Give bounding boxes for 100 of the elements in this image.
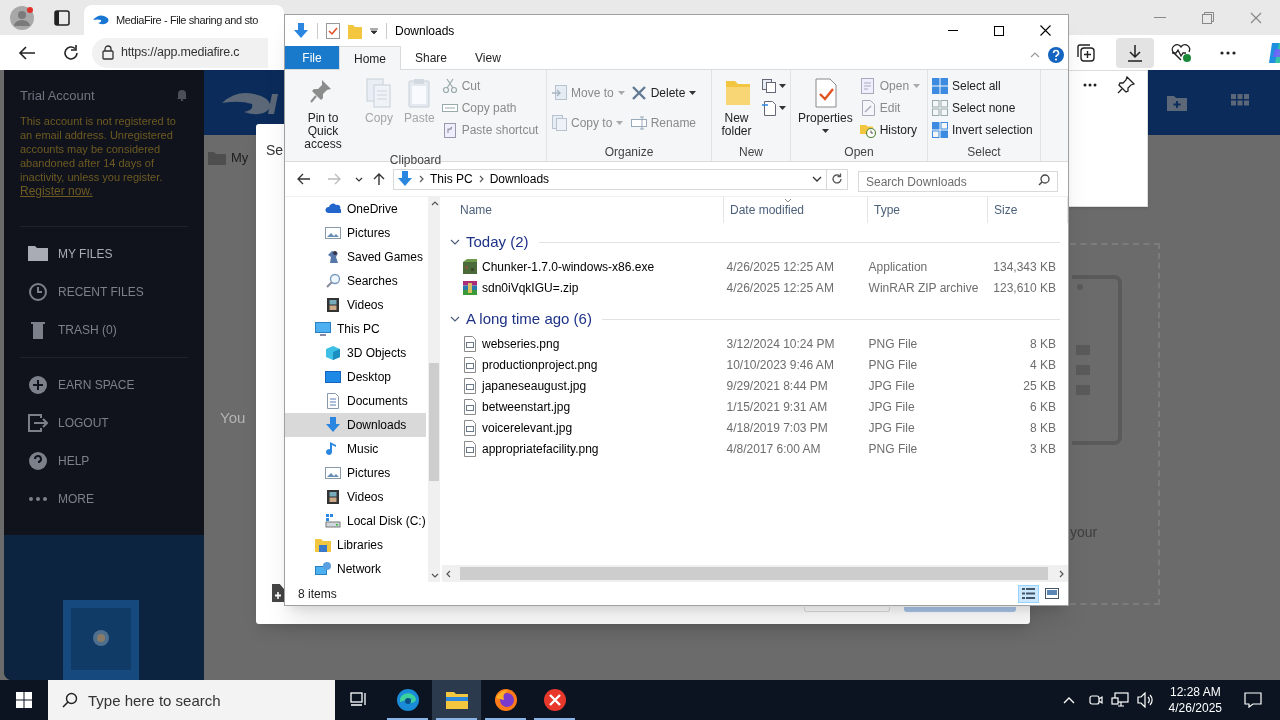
chevron-down-icon[interactable] — [450, 237, 460, 247]
nav-tree-item[interactable]: Documents — [285, 389, 426, 413]
recent-locations-icon[interactable] — [355, 176, 363, 182]
browser-tab[interactable]: MediaFire - File sharing and sto — [84, 5, 284, 35]
vertical-scrollbar[interactable] — [427, 197, 440, 582]
nav-tree-item[interactable]: Pictures — [285, 221, 426, 245]
scrollbar-thumb[interactable] — [428, 363, 439, 481]
volume-icon[interactable] — [1136, 692, 1155, 708]
sidebar-item[interactable]: MY FILES — [4, 234, 204, 273]
ribbon-button[interactable]: New folder — [716, 75, 757, 138]
nav-tree-item[interactable]: Videos — [285, 485, 426, 509]
file-row[interactable]: appropriatefacility.png 4/8/2017 6:00 AM PNG File 3 KB — [450, 438, 1060, 459]
tab-actions-icon[interactable] — [54, 9, 70, 26]
horizontal-scrollbar[interactable] — [442, 565, 1068, 582]
breadcrumb-text: My — [231, 149, 249, 167]
chevron-down-icon[interactable] — [450, 314, 460, 324]
nav-tree-item[interactable]: Videos — [285, 293, 426, 317]
properties-icon[interactable] — [326, 22, 340, 39]
file-row[interactable]: Chunker-1.7.0-windows-x86.exe 4/26/2025 12:25 AM Application 134,343 KB — [450, 256, 1060, 277]
windows-logo-icon — [16, 692, 32, 708]
scroll-left-icon[interactable] — [446, 570, 451, 578]
column-header[interactable]: Date modified — [724, 197, 868, 223]
file-row[interactable]: japaneseaugust.jpg 9/29/2021 8:44 PM JPG File 25 KB — [450, 375, 1060, 396]
nav-tree-item[interactable]: 3D Objects — [285, 341, 426, 365]
sidebar-item[interactable]: EARN SPACE — [4, 365, 204, 404]
file-row[interactable]: voicerelevant.jpg 4/18/2019 7:03 PM JPG File 8 KB — [450, 417, 1060, 438]
details-view-button[interactable] — [1018, 584, 1039, 603]
breadcrumb-item[interactable]: Downloads — [489, 170, 550, 188]
file-row[interactable]: webseries.png 3/12/2024 10:24 PM PNG File 8 KB — [450, 333, 1060, 354]
image-file-icon — [462, 398, 478, 415]
breadcrumb-item[interactable]: This PC — [430, 170, 473, 188]
clock-time[interactable]: 12:28 AM — [1169, 684, 1221, 700]
nav-tree-item[interactable]: Downloads — [285, 413, 426, 437]
ribbon-button[interactable]: Pin to Quick access — [289, 75, 357, 151]
scroll-up-icon[interactable] — [430, 201, 439, 206]
taskbar-app-button[interactable] — [432, 680, 481, 720]
collapse-ribbon-icon[interactable] — [1030, 52, 1040, 58]
file-row[interactable]: sdn0iVqkIGU=.zip 4/26/2025 12:25 AM WinRAR ZIP archive 123,610 KB — [450, 277, 1060, 298]
nav-tree-item[interactable]: OneDrive — [285, 197, 426, 221]
sidebar-item[interactable]: TRASH (0) — [4, 310, 204, 349]
address-bar[interactable]: https://app.mediafire.c — [92, 37, 268, 68]
nav-tree-item[interactable]: Network — [285, 557, 426, 581]
back-icon[interactable] — [297, 173, 311, 185]
profile-avatar[interactable] — [10, 5, 34, 30]
chevron-up-icon[interactable] — [1062, 696, 1075, 704]
network-icon[interactable] — [1110, 692, 1129, 708]
ribbon-button[interactable]: Delete — [630, 81, 699, 104]
meet-now-icon[interactable] — [1088, 692, 1103, 708]
ribbon-tab[interactable]: View — [461, 46, 515, 69]
notifications-icon[interactable] — [1244, 692, 1262, 708]
nav-tree-item[interactable]: Searches — [285, 269, 426, 293]
search-field[interactable]: Search Downloads — [858, 171, 1058, 192]
taskbar-search-field[interactable]: Type here to search — [48, 680, 335, 720]
sidebar-item[interactable]: RECENT FILES — [4, 272, 204, 311]
collections-icon[interactable] — [1076, 42, 1096, 63]
help-icon[interactable] — [1048, 47, 1064, 63]
health-check-icon[interactable] — [1170, 42, 1192, 63]
column-header[interactable]: Name — [442, 197, 724, 223]
scrollbar-thumb[interactable] — [460, 567, 1048, 580]
dropdown-icon[interactable] — [812, 176, 822, 182]
scroll-right-icon[interactable] — [1059, 570, 1064, 578]
ribbon-tab[interactable]: Share — [401, 46, 462, 69]
address-field[interactable]: This PC Downloads — [393, 168, 827, 190]
ribbon-button[interactable]: Select none — [932, 97, 1035, 119]
back-icon[interactable] — [18, 44, 36, 61]
nav-tree-item[interactable]: This PC — [285, 317, 426, 341]
file-row[interactable]: productionproject.png 10/10/2023 9:46 AM PNG File 4 KB — [450, 354, 1060, 375]
ribbon-button[interactable]: Select all — [932, 75, 1035, 97]
group-header[interactable]: Today (2) — [466, 230, 529, 254]
ribbon-tab[interactable]: Home — [339, 46, 401, 70]
nav-tree-item[interactable]: Pictures — [285, 461, 426, 485]
sidebar-item[interactable]: MORE — [4, 479, 204, 518]
ribbon-button[interactable]: Properties — [795, 75, 856, 133]
more-icon[interactable] — [1220, 50, 1236, 55]
clock-date[interactable]: 4/26/2025 — [1168, 700, 1222, 716]
more-icon[interactable] — [1083, 83, 1097, 87]
column-header[interactable]: Size — [988, 197, 1068, 223]
file-row[interactable]: betweenstart.jpg 1/15/2021 9:31 AM JPG File 6 KB — [450, 396, 1060, 417]
ribbon-button[interactable]: Invert selection — [932, 119, 1035, 141]
scroll-down-icon[interactable] — [430, 573, 439, 578]
ribbon-button[interactable]: History — [859, 119, 923, 141]
refresh-icon[interactable] — [62, 43, 80, 62]
nav-tree-item[interactable]: Desktop — [285, 365, 426, 389]
refresh-button[interactable] — [827, 168, 848, 190]
column-header[interactable]: Type — [868, 197, 988, 223]
add-file-icon[interactable] — [272, 584, 284, 602]
ribbon-tab[interactable]: File — [285, 46, 339, 69]
nav-tree-item[interactable]: Saved Games — [285, 245, 426, 269]
dropdown-icon[interactable] — [370, 26, 378, 35]
downloads-button[interactable] — [1116, 37, 1154, 68]
nav-tree-item[interactable]: Local Disk (C:) — [285, 509, 426, 533]
sidebar-item[interactable]: LOGOUT — [4, 403, 204, 442]
group-header[interactable]: A long time ago (6) — [466, 307, 592, 331]
new-folder-icon[interactable] — [1166, 93, 1188, 112]
nav-tree-item[interactable]: Libraries — [285, 533, 426, 557]
dropdown-icon — [913, 84, 921, 88]
pin-icon[interactable] — [1117, 76, 1135, 94]
sidebar-item[interactable]: HELP — [4, 441, 204, 480]
nav-tree-item[interactable]: Music — [285, 437, 426, 461]
up-icon[interactable] — [373, 172, 385, 186]
